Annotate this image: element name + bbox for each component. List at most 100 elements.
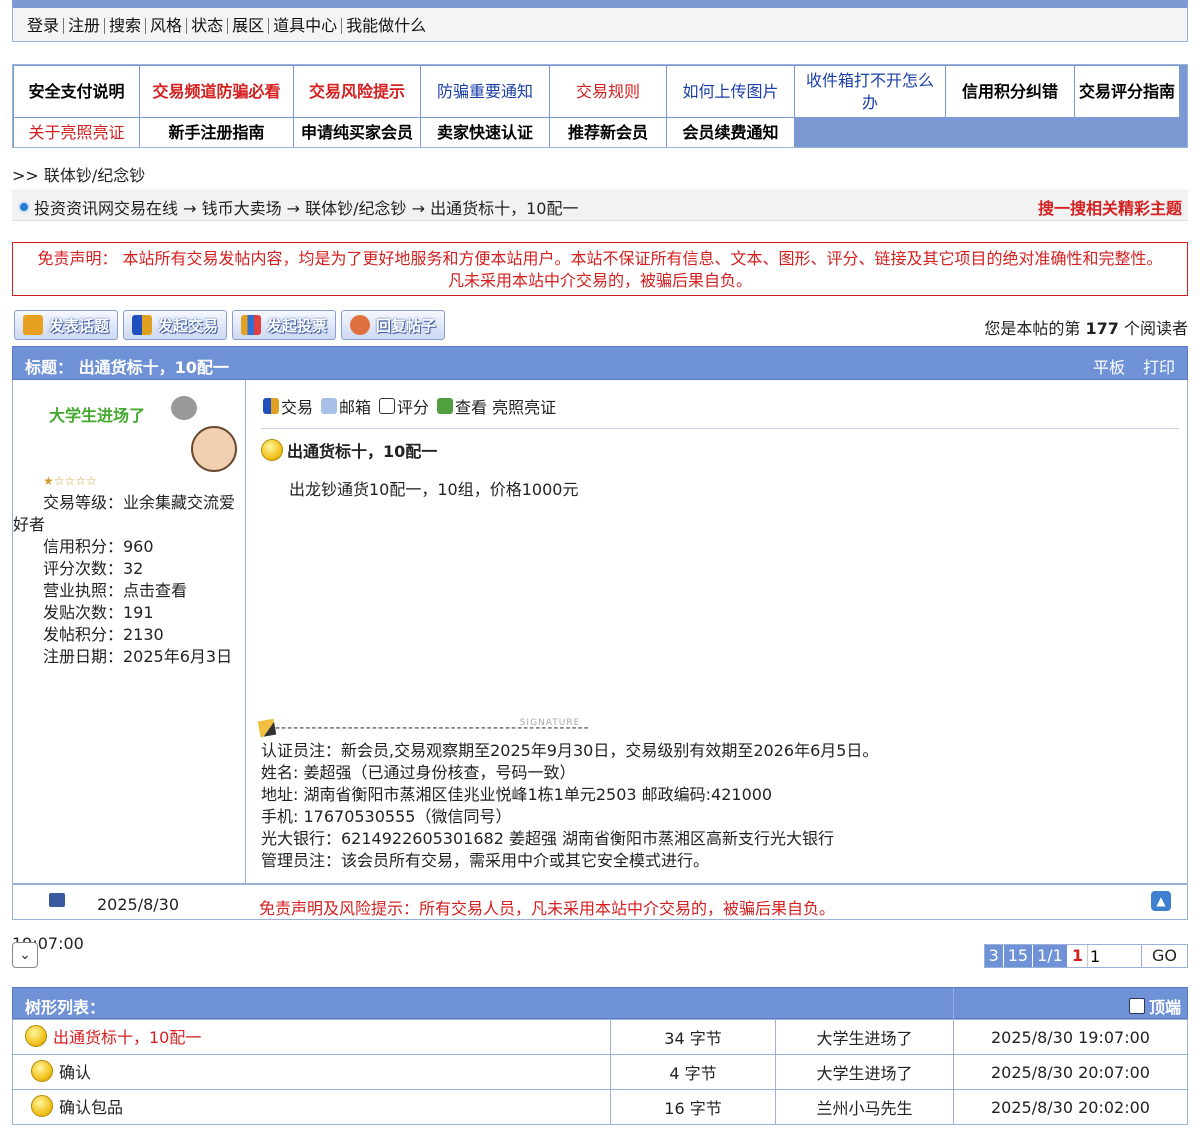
notice-link[interactable]: 关于亮照亮证 xyxy=(14,118,139,147)
post-footer: 2025/8/30 免责声明及风险提示：所有交易人员，凡未采用本站中介交易的，被… xyxy=(12,884,1188,920)
smiley-icon xyxy=(31,1094,53,1117)
pager: 3 15 1/1 1 GO xyxy=(983,944,1188,968)
print-link[interactable]: 打印 xyxy=(1143,354,1175,378)
top-label: 顶端 xyxy=(1148,998,1181,1017)
tree-header: 树形列表： 顶端 xyxy=(12,987,1188,1020)
user-rating-count: 评分次数：32 xyxy=(43,559,144,578)
top-link[interactable]: 顶端 xyxy=(1128,994,1181,1018)
edit-icon xyxy=(1128,998,1145,1014)
pager-total: 3 xyxy=(984,945,1004,967)
view-license-tool[interactable]: 查看 亮照亮证 xyxy=(437,394,556,418)
tree-item-time: 2025/8/30 19:07:00 xyxy=(953,1019,1188,1055)
tree-title: 树形列表： xyxy=(25,998,106,1017)
notice-link[interactable]: 交易评分指南 xyxy=(1075,66,1179,117)
notice-link[interactable]: 申请纯买家会员 xyxy=(294,118,420,147)
user-panel: 大学生进场了 ★☆☆☆☆ 交易等级：业余集藏交流爱 好者 信用积分：960 评分… xyxy=(13,380,246,884)
notice-grid: 安全支付说明 交易频道防骗必看 交易风险提示 防骗重要通知 交易规则 如何上传图… xyxy=(12,64,1188,148)
page-input[interactable] xyxy=(1087,945,1141,967)
search-related-link[interactable]: 搜一搜相关精彩主题 xyxy=(1038,195,1182,219)
nav-props-center[interactable]: 道具中心 xyxy=(269,18,343,34)
notice-link[interactable]: 交易风险提示 xyxy=(294,66,420,117)
nav-login[interactable]: 登录 xyxy=(23,18,65,34)
button-label: 回复帖子 xyxy=(376,316,437,335)
pager-per-page: 15 xyxy=(1003,945,1034,967)
new-trade-button[interactable]: 发起交易 xyxy=(123,310,227,340)
tree-item-title[interactable]: 确认包品 xyxy=(59,1094,123,1118)
tree-item-time: 2025/8/30 20:02:00 xyxy=(953,1089,1188,1125)
notice-link[interactable]: 会员续费通知 xyxy=(667,118,794,147)
tree-item-size: 34 字节 xyxy=(610,1019,776,1055)
signature-divider: ----------------------------------------… xyxy=(257,718,589,738)
tree-item-title[interactable]: 确认 xyxy=(59,1059,91,1083)
go-button[interactable]: GO xyxy=(1141,945,1187,967)
divider xyxy=(953,988,954,1020)
notice-link[interactable]: 新手注册指南 xyxy=(140,118,293,147)
pencil-icon xyxy=(23,315,43,335)
reader-number: 177 xyxy=(1085,319,1119,338)
tree-item-author[interactable]: 大学生进场了 xyxy=(775,1019,954,1055)
tree-item-title[interactable]: 出通货标十，10配一 xyxy=(53,1024,201,1048)
notice-link[interactable]: 推荐新会员 xyxy=(550,118,666,147)
username[interactable]: 大学生进场了 xyxy=(49,402,145,426)
tree-item-author[interactable]: 大学生进场了 xyxy=(775,1054,954,1090)
breadcrumb: 投资资讯网交易在线 → 钱币大卖场 → 联体钞/纪念钞 → 出通货标十，10配一… xyxy=(12,189,1188,221)
reader-suffix: 个阅读者 xyxy=(1123,319,1188,338)
reply-icon xyxy=(350,315,370,335)
chevron-down-icon[interactable]: ⌄ xyxy=(12,942,38,968)
nav-help[interactable]: 我能做什么 xyxy=(342,18,430,34)
nav-gallery[interactable]: 展区 xyxy=(228,18,270,34)
notice-link[interactable]: 交易规则 xyxy=(550,66,666,117)
image-icon xyxy=(437,398,454,414)
reply-button[interactable]: 回复帖子 xyxy=(341,310,445,340)
notice-link[interactable]: 交易频道防骗必看 xyxy=(140,66,293,117)
notice-link[interactable]: 收件箱打不开怎么办 xyxy=(795,66,945,117)
signature-line: 管理员注：该会员所有交易，需采用中介或其它安全模式进行。 xyxy=(261,851,710,870)
post-title: 出通货标十，10配一 xyxy=(261,438,437,462)
user-status-icon xyxy=(171,396,197,420)
disclaimer-line: 免责声明： 本站所有交易发帖内容，均是为了更好地服务和方便本站用户。本站不保证所… xyxy=(37,249,1163,268)
post-title-text: 出通货标十，10配一 xyxy=(287,442,438,461)
pager-current[interactable]: 1 xyxy=(1068,945,1087,967)
nav-style[interactable]: 风格 xyxy=(146,18,188,34)
rate-tool[interactable]: 评分 xyxy=(379,394,429,418)
new-poll-button[interactable]: 发起投票 xyxy=(232,310,336,340)
pencil-icon xyxy=(257,718,277,738)
nav-register[interactable]: 注册 xyxy=(64,18,106,34)
notice-link[interactable]: 防骗重要通知 xyxy=(421,66,549,117)
rating-stars: ★☆☆☆☆ xyxy=(43,474,97,488)
disclaimer-box: 免责声明： 本站所有交易发帖内容，均是为了更好地服务和方便本站用户。本站不保证所… xyxy=(12,242,1188,296)
notice-link[interactable]: 卖家快速认证 xyxy=(421,118,549,147)
table-row[interactable]: 确认包品 16 字节 兰州小马先生 2025/8/30 20:02:00 xyxy=(12,1089,1188,1125)
notice-link[interactable]: 如何上传图片 xyxy=(667,66,794,117)
nav-status[interactable]: 状态 xyxy=(187,18,229,34)
tool-label: 交易 xyxy=(281,398,314,417)
user-register-date: 注册日期：2025年6月3日 xyxy=(43,647,233,666)
post-body: 大学生进场了 ★☆☆☆☆ 交易等级：业余集藏交流爱 好者 信用积分：960 评分… xyxy=(12,380,1188,884)
post-tools: 交易 邮箱 评分 查看 亮照亮证 xyxy=(263,394,556,418)
avatar xyxy=(191,426,237,472)
table-row[interactable]: 确认 4 字节 大学生进场了 2025/8/30 20:07:00 xyxy=(12,1054,1188,1090)
smiley-icon xyxy=(261,439,283,461)
signature-line: 姓名: 姜超强（已通过身份核查，号码一致） xyxy=(261,763,576,782)
nav-search[interactable]: 搜索 xyxy=(105,18,147,34)
reader-prefix: 您是本帖的第 xyxy=(984,319,1081,338)
trade-tool[interactable]: 交易 xyxy=(263,394,313,418)
bar-chart-icon xyxy=(241,315,261,335)
tree-item-author[interactable]: 兰州小马先生 xyxy=(775,1089,954,1125)
post-header-title: 标题： 出通货标十，10配一 xyxy=(25,358,229,377)
user-trade-level: 交易等级：业余集藏交流爱 xyxy=(43,493,236,512)
document-icon xyxy=(379,398,396,414)
new-topic-button[interactable]: 发表话题 xyxy=(14,310,118,340)
signature-line: 光大银行：6214922605301682 姜超强 湖南省衡阳市蒸湘区高新支行光… xyxy=(261,829,835,848)
breadcrumb-path[interactable]: 投资资讯网交易在线 → 钱币大卖场 → 联体钞/纪念钞 → 出通货标十，10配一 xyxy=(34,195,579,219)
smiley-icon xyxy=(31,1059,53,1082)
table-row[interactable]: 出通货标十，10配一 34 字节 大学生进场了 2025/8/30 19:07:… xyxy=(12,1019,1188,1055)
back-to-top-icon[interactable]: ▲ xyxy=(1151,891,1171,911)
notice-link[interactable]: 信用积分纠错 xyxy=(946,66,1074,117)
button-label: 发表话题 xyxy=(49,316,110,335)
user-license[interactable]: 营业执照：点击查看 xyxy=(43,580,187,602)
bullet-icon xyxy=(18,201,30,213)
flat-view-link[interactable]: 平板 xyxy=(1093,354,1125,378)
mail-tool[interactable]: 邮箱 xyxy=(321,394,371,418)
notice-link[interactable]: 安全支付说明 xyxy=(14,66,139,117)
